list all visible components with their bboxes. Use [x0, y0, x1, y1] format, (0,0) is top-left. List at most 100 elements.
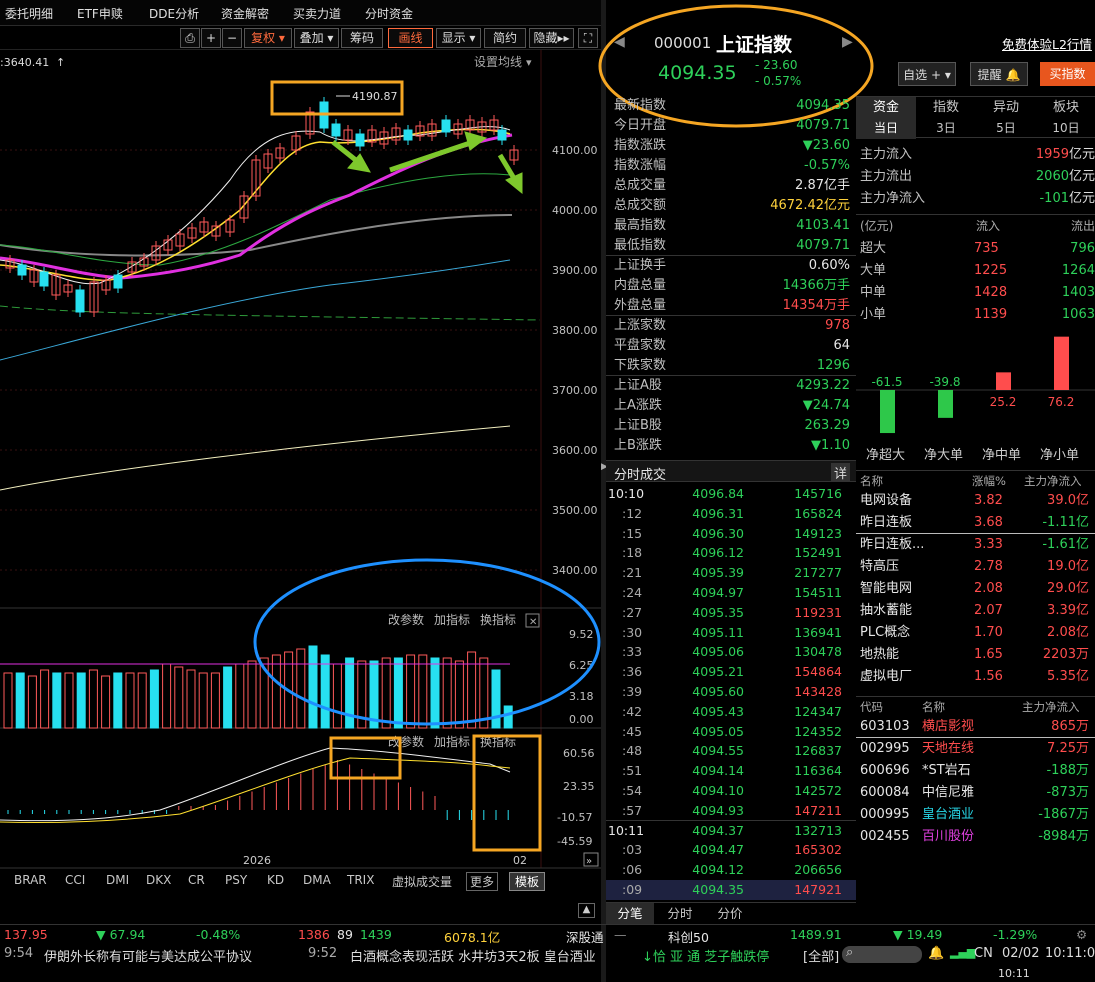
net-flow-value: -39.8: [929, 375, 960, 389]
alert-button[interactable]: 提醒 🔔: [970, 62, 1028, 86]
status-bar: 137.95 ▼ 67.94 -0.48% 1386 89 1439 6078.…: [0, 924, 1095, 945]
tick-row: :42 4095.43 124347: [622, 703, 842, 719]
template-button[interactable]: 模板: [509, 872, 546, 891]
tab-entrust-detail[interactable]: 委托明细: [5, 5, 53, 22]
overlay-button[interactable]: 叠加 ▾: [294, 28, 339, 48]
volume-bar: [406, 654, 416, 729]
display-button[interactable]: 显示 ▾: [436, 28, 481, 48]
tab-fenbi[interactable]: 分笔: [606, 903, 654, 925]
tab-fund[interactable]: 资金: [856, 97, 916, 118]
volume-bar: [296, 648, 306, 729]
lock-icon[interactable]: ⎙: [180, 28, 200, 48]
tick-row: :09 4094.35 147921: [606, 880, 856, 900]
tab-3day[interactable]: 3日: [916, 118, 976, 139]
tab-buy-sell-power[interactable]: 买卖力道: [293, 5, 341, 22]
volume-bar: [332, 663, 342, 729]
ind-cr[interactable]: CR: [188, 873, 205, 887]
scroll-up-icon[interactable]: ▲: [578, 903, 595, 918]
tick-row: :36 4095.21 154864: [622, 664, 842, 680]
stock-row[interactable]: 600696 *ST岩石 -188万: [856, 760, 1095, 782]
l2-trial-link[interactable]: 免费体验L2行情: [1002, 34, 1092, 53]
ind-dma[interactable]: DMA: [303, 873, 331, 887]
hide-button[interactable]: 隐藏▸▸: [529, 28, 574, 48]
sector-row[interactable]: 昨日连板 3.68 -1.11亿: [856, 512, 1095, 534]
buy-index-button[interactable]: 买指数: [1040, 62, 1095, 86]
stock-row[interactable]: 002455 百川股份 -8984万: [856, 826, 1095, 848]
svg-text:✕: ✕: [529, 617, 537, 628]
watchlist-button[interactable]: 自选 + ▾: [898, 62, 956, 86]
stock-header: 代码 名称 主力净流入: [856, 696, 1095, 714]
tab-fund-decode[interactable]: 资金解密: [221, 5, 269, 22]
draw-line-button[interactable]: 画线: [388, 28, 433, 48]
tick-row: 10:10 4096.84 145716: [608, 486, 842, 501]
switch-indicator-button[interactable]: 换指标: [480, 612, 516, 627]
simple-button[interactable]: 简约: [484, 28, 526, 48]
macd-add-button[interactable]: 加指标: [434, 734, 470, 749]
ma-setting-link[interactable]: 设置均线: [474, 55, 522, 69]
search-input[interactable]: ⌕: [842, 945, 922, 963]
settings-gear-icon[interactable]: ⚙: [1076, 927, 1087, 942]
sector-row[interactable]: 智能电网 2.08 29.0亿: [856, 578, 1095, 600]
svg-text:3.18: 3.18: [569, 690, 594, 703]
ind-virtual-volume[interactable]: 虚拟成交量: [392, 873, 452, 890]
expand-icon[interactable]: ⛶: [578, 28, 598, 48]
news-item-2[interactable]: 白酒概念表现活跃 水井坊3天2板 皇台酒业: [350, 946, 596, 965]
tab-dde[interactable]: DDE分析: [149, 5, 199, 22]
stock-row[interactable]: 000995 皇台酒业 -1867万: [856, 804, 1095, 826]
ind-dmi[interactable]: DMI: [106, 873, 129, 887]
quote-row: 上证B股 263.29: [614, 418, 850, 433]
kline-chart[interactable]: :3640.41 ↑ 设置均线 ▾ 4100.00 4000.00 3900.00 3…: [0, 50, 603, 935]
tick-row: 10:11 4094.37 132713: [608, 822, 842, 838]
sector-row[interactable]: 特高压 2.78 19.0亿: [856, 556, 1095, 578]
sector-row[interactable]: 虚拟电厂 1.56 5.35亿: [856, 666, 1095, 688]
tick-row: :15 4096.30 149123: [622, 525, 842, 541]
stock-row[interactable]: 600084 中信尼雅 -873万: [856, 782, 1095, 804]
ind-brar[interactable]: BRAR: [14, 873, 47, 887]
ind-trix[interactable]: TRIX: [347, 873, 374, 887]
ind-psy[interactable]: PSY: [225, 873, 247, 887]
bell-icon[interactable]: 🔔: [928, 946, 944, 961]
quote-row: 最高指数 4103.41: [614, 218, 850, 233]
tab-sector[interactable]: 板块: [1036, 97, 1095, 118]
fund-table-row: 大单 1225 1264: [860, 263, 1095, 278]
tab-5day[interactable]: 5日: [976, 118, 1036, 139]
ind-dkx[interactable]: DKX: [146, 873, 171, 887]
add-indicator-button[interactable]: 加指标: [434, 612, 470, 627]
tab-today[interactable]: 当日: [856, 118, 916, 139]
tab-intraday-fund[interactable]: 分时资金: [365, 5, 413, 22]
quote-panel: 最新指数 4094.35 今日开盘 4079.71 指数涨跌 ▼23.60 指数涨幅 -0.5…: [606, 96, 856, 926]
news-ticker: 9:54 伊朗外长称有可能与美达成公平协议 9:52 白酒概念表现活跃 水井坊3…: [4, 945, 1095, 965]
ind-cci[interactable]: CCI: [65, 873, 85, 887]
ticks-detail-button[interactable]: 详: [830, 463, 850, 482]
sector-row[interactable]: 抽水蓄能 2.07 3.39亿: [856, 600, 1095, 622]
tab-abnormal[interactable]: 异动: [976, 97, 1036, 118]
stock-row[interactable]: 002995 天地在线 7.25万: [856, 738, 1095, 760]
tab-fenjia[interactable]: 分价: [706, 903, 754, 925]
param-button[interactable]: 改参数: [388, 612, 424, 627]
plus-icon[interactable]: +: [201, 28, 221, 48]
svg-text:9.52: 9.52: [569, 628, 594, 641]
minus-icon[interactable]: −: [222, 28, 242, 48]
sector-row[interactable]: 地热能 1.65 2203万: [856, 644, 1095, 666]
chip-button[interactable]: 筹码: [341, 28, 383, 48]
ind-kd[interactable]: KD: [267, 873, 284, 887]
more-button[interactable]: 更多: [466, 872, 499, 891]
news-item-1[interactable]: 伊朗外长称有可能与美达成公平协议: [44, 946, 252, 965]
macd-param-button[interactable]: 改参数: [388, 734, 424, 749]
tab-fenshi[interactable]: 分时: [656, 903, 704, 925]
taskbar-strip: 10:11: [998, 967, 1030, 980]
sector-row[interactable]: 电网设备 3.82 39.0亿: [856, 490, 1095, 512]
volume-bar: [247, 660, 257, 729]
stock-row[interactable]: 603103 横店影视 865万: [856, 716, 1095, 738]
fuquan-button[interactable]: 复权 ▾: [244, 28, 292, 48]
price-axis: 4100.00 4000.00 3900.00 3800.00 3700.00 3600.…: [552, 144, 598, 577]
sector-row[interactable]: 昨日连板... 3.33 -1.61亿: [856, 534, 1095, 556]
sector-row[interactable]: PLC概念 1.70 2.08亿: [856, 622, 1095, 644]
tab-10day[interactable]: 10日: [1036, 118, 1095, 139]
tab-etf[interactable]: ETF申赎: [77, 5, 123, 22]
news-item-3[interactable]: ↓恰 亚 通 芝子触跌停: [642, 946, 769, 965]
net-flow-bar: [880, 390, 895, 434]
news-all-link[interactable]: [全部]: [803, 946, 839, 965]
volume-bar: [3, 672, 13, 729]
tab-index[interactable]: 指数: [916, 97, 976, 118]
